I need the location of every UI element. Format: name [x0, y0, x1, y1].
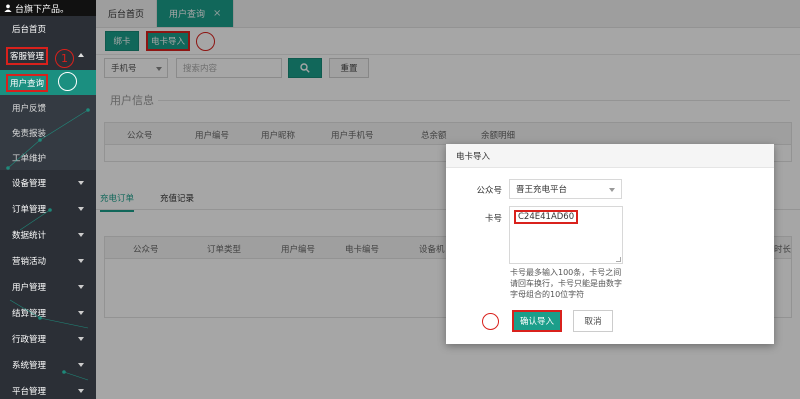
sidebar-item-label: 系统管理: [12, 361, 47, 371]
annotation-step-1: 1: [55, 49, 74, 68]
sidebar-item-admin[interactable]: 行政管理: [0, 326, 96, 352]
dialog-title: 电卡导入: [456, 151, 491, 162]
chevron-down-icon: [78, 363, 84, 367]
sidebar-item-marketing[interactable]: 营销活动: [0, 248, 96, 274]
chevron-down-icon: [78, 337, 84, 341]
annotation-number: 1: [61, 52, 68, 65]
card-number-hint: 卡号最多输入100条，卡号之间请回车换行，卡号只能是由数字字母组合的10位字符: [510, 268, 622, 299]
chevron-up-icon: [78, 53, 84, 57]
sidebar-item-system[interactable]: 系统管理: [0, 352, 96, 378]
account-select[interactable]: 晋王充电平台: [509, 179, 622, 199]
chevron-down-icon: [78, 389, 84, 393]
sidebar-item-label: 平台管理: [12, 387, 47, 397]
sidebar-subitem-user-feedback[interactable]: 用户反馈: [0, 95, 96, 120]
annotation-circle: [482, 313, 499, 330]
submenu-customer-service: 用户查询 用户反馈 免责报装 工单维护: [0, 70, 96, 170]
button-label: 取消: [584, 317, 602, 327]
sidebar-item-home[interactable]: 后台首页: [0, 16, 96, 42]
brand-text: 台旗下产品。: [15, 4, 70, 15]
sidebar: 台旗下产品。 后台首页 客服管理 用户查询 用户反馈 免责报装 工单维护 设备管…: [0, 0, 96, 399]
button-label: 确认导入: [519, 317, 554, 327]
sidebar-item-settlement[interactable]: 结算管理: [0, 300, 96, 326]
sidebar-subitem-disclaimer[interactable]: 免责报装: [0, 120, 96, 145]
sidebar-subitem-label: 工单维护: [12, 153, 47, 164]
sidebar-item-statistics[interactable]: 数据统计: [0, 222, 96, 248]
sidebar-item-label: 营销活动: [12, 257, 47, 267]
chevron-down-icon: [78, 285, 84, 289]
sidebar-item-device[interactable]: 设备管理: [0, 170, 96, 196]
sidebar-item-label: 订单管理: [12, 205, 47, 215]
sidebar-item-label: 行政管理: [12, 335, 47, 345]
sidebar-item-label: 用户管理: [12, 283, 47, 293]
card-number-textarea[interactable]: C24E41AD60: [509, 206, 623, 264]
confirm-import-button[interactable]: 确认导入: [512, 310, 562, 332]
sidebar-subitem-label: 用户反馈: [12, 103, 47, 114]
sidebar-subitem-work-order[interactable]: 工单维护: [0, 145, 96, 170]
brand-bar: 台旗下产品。: [0, 0, 96, 16]
chevron-down-icon: [609, 188, 615, 192]
sidebar-item-platform[interactable]: 平台管理: [0, 378, 96, 399]
sidebar-item-label: 客服管理: [6, 47, 49, 65]
sidebar-subitem-label: 免责报装: [12, 128, 47, 139]
chevron-down-icon: [78, 181, 84, 185]
sidebar-subitem-user-query[interactable]: 用户查询: [0, 70, 96, 95]
sidebar-subitem-label: 用户查询: [6, 73, 49, 92]
chevron-down-icon: [78, 207, 84, 211]
sidebar-item-label: 数据统计: [12, 231, 47, 241]
annotation-circle: [58, 72, 77, 91]
cancel-button[interactable]: 取消: [573, 310, 613, 332]
resize-grip-icon[interactable]: [616, 257, 621, 262]
chevron-down-icon: [78, 233, 84, 237]
card-import-dialog: 电卡导入 公众号 晋王充电平台 卡号 C24E41AD60 卡号最多输入100条…: [446, 144, 774, 344]
sidebar-item-users[interactable]: 用户管理: [0, 274, 96, 300]
sidebar-item-label: 后台首页: [12, 25, 47, 35]
user-icon: [4, 4, 12, 12]
sidebar-item-customer-service[interactable]: 客服管理: [0, 42, 96, 70]
select-value: 晋王充电平台: [516, 185, 568, 195]
account-label: 公众号: [476, 186, 502, 196]
card-number-label: 卡号: [484, 214, 502, 224]
sidebar-item-label: 结算管理: [12, 309, 47, 319]
chevron-down-icon: [78, 259, 84, 263]
chevron-down-icon: [78, 311, 84, 315]
card-number-value: C24E41AD60: [514, 210, 579, 224]
sidebar-item-orders[interactable]: 订单管理: [0, 196, 96, 222]
dialog-header: 电卡导入: [446, 144, 774, 168]
sidebar-item-label: 设备管理: [12, 179, 47, 189]
